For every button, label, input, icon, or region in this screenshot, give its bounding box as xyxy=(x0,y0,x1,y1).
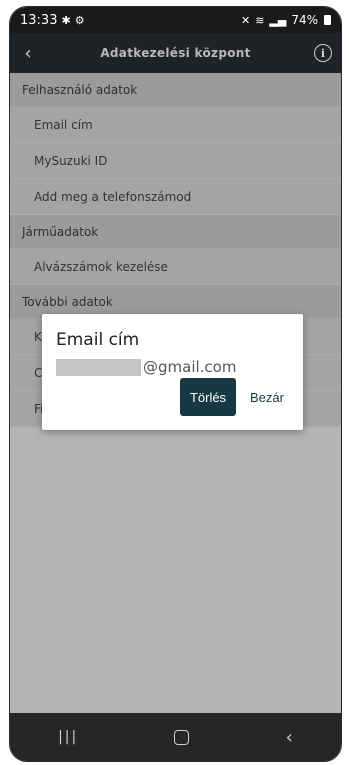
info-icon: i xyxy=(314,44,332,62)
close-button[interactable]: Bezár xyxy=(242,378,292,416)
battery-icon xyxy=(324,15,331,25)
info-button[interactable]: i xyxy=(305,44,341,62)
back-icon[interactable]: ‹ xyxy=(10,43,46,64)
settings-status-icon: ⚙ xyxy=(74,13,85,27)
status-time: 13:33 xyxy=(20,12,58,28)
delete-button[interactable]: Törlés xyxy=(180,378,236,416)
wifi-icon: ≋ xyxy=(255,13,265,27)
email-suffix: @gmail.com xyxy=(143,358,237,376)
dialog-title: Email cím xyxy=(56,330,140,350)
app-bar: ‹ Adatkezelési központ i xyxy=(10,33,341,73)
notification-icon: ✱ xyxy=(61,13,71,27)
mute-icon: ✕ xyxy=(240,13,251,27)
status-bar: 13:33 ✱ ⚙ ✕ ≋ ▂▄ 74% xyxy=(10,7,341,33)
system-back-icon[interactable]: ‹ xyxy=(286,727,293,748)
battery-level: 74% xyxy=(291,13,318,27)
home-icon[interactable] xyxy=(174,729,190,745)
redacted-email-prefix xyxy=(56,358,141,376)
system-nav-bar: ||| ‹ xyxy=(10,713,341,761)
signal-icon: ▂▄ xyxy=(269,13,287,27)
email-dialog: Email cím @gmail.com Törlés Bezár xyxy=(42,314,303,430)
recent-apps-icon[interactable]: ||| xyxy=(58,729,78,745)
email-value: @gmail.com xyxy=(56,358,236,376)
page-title: Adatkezelési központ xyxy=(100,46,251,60)
